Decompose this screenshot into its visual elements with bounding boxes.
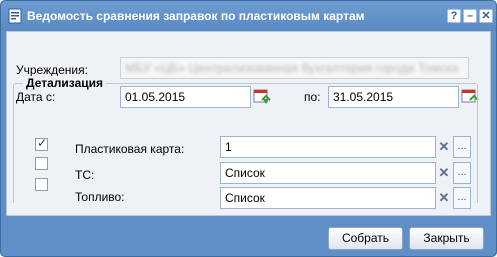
fuel-field[interactable]: Список xyxy=(220,187,436,209)
window-title: Ведомость сравнения заправок по пластико… xyxy=(27,9,365,23)
vehicle-select-button[interactable]: ... xyxy=(453,162,471,184)
institution-value: МБУ «ЦБ» Централизованная бухгалтерия го… xyxy=(125,61,459,75)
fuel-label: Топливо: xyxy=(75,190,125,204)
fuel-select-button[interactable]: ... xyxy=(453,187,471,209)
collect-button[interactable]: Собрать xyxy=(328,227,403,250)
plastic-card-checkbox[interactable] xyxy=(35,136,48,151)
plastic-card-field[interactable]: 1 xyxy=(220,136,436,158)
clear-icon[interactable]: ✕ xyxy=(436,187,452,209)
institution-label: Учреждения: xyxy=(16,63,88,77)
institution-field[interactable]: МБУ «ЦБ» Централизованная бухгалтерия го… xyxy=(120,57,469,79)
vehicle-field[interactable]: Список xyxy=(220,162,436,184)
help-button[interactable]: ? xyxy=(447,9,461,23)
clear-icon[interactable]: ✕ xyxy=(436,136,452,158)
minimize-button[interactable]: – xyxy=(463,9,477,23)
close-button[interactable]: Закрыть xyxy=(409,227,484,250)
title-bar[interactable]: Ведомость сравнения заправок по пластико… xyxy=(1,1,496,31)
fuel-checkbox[interactable] xyxy=(35,178,48,191)
vehicle-checkbox[interactable] xyxy=(35,157,48,170)
clear-icon[interactable]: ✕ xyxy=(436,162,452,184)
vehicle-label: ТС: xyxy=(75,168,95,182)
report-icon xyxy=(8,8,22,24)
plastic-card-label: Пластиковая карта: xyxy=(75,142,185,156)
plastic-card-select-button[interactable]: ... xyxy=(453,136,471,158)
dialog-window: Ведомость сравнения заправок по пластико… xyxy=(0,0,497,257)
close-window-button[interactable]: ✕ xyxy=(479,9,493,23)
details-legend: Детализация xyxy=(23,76,106,90)
